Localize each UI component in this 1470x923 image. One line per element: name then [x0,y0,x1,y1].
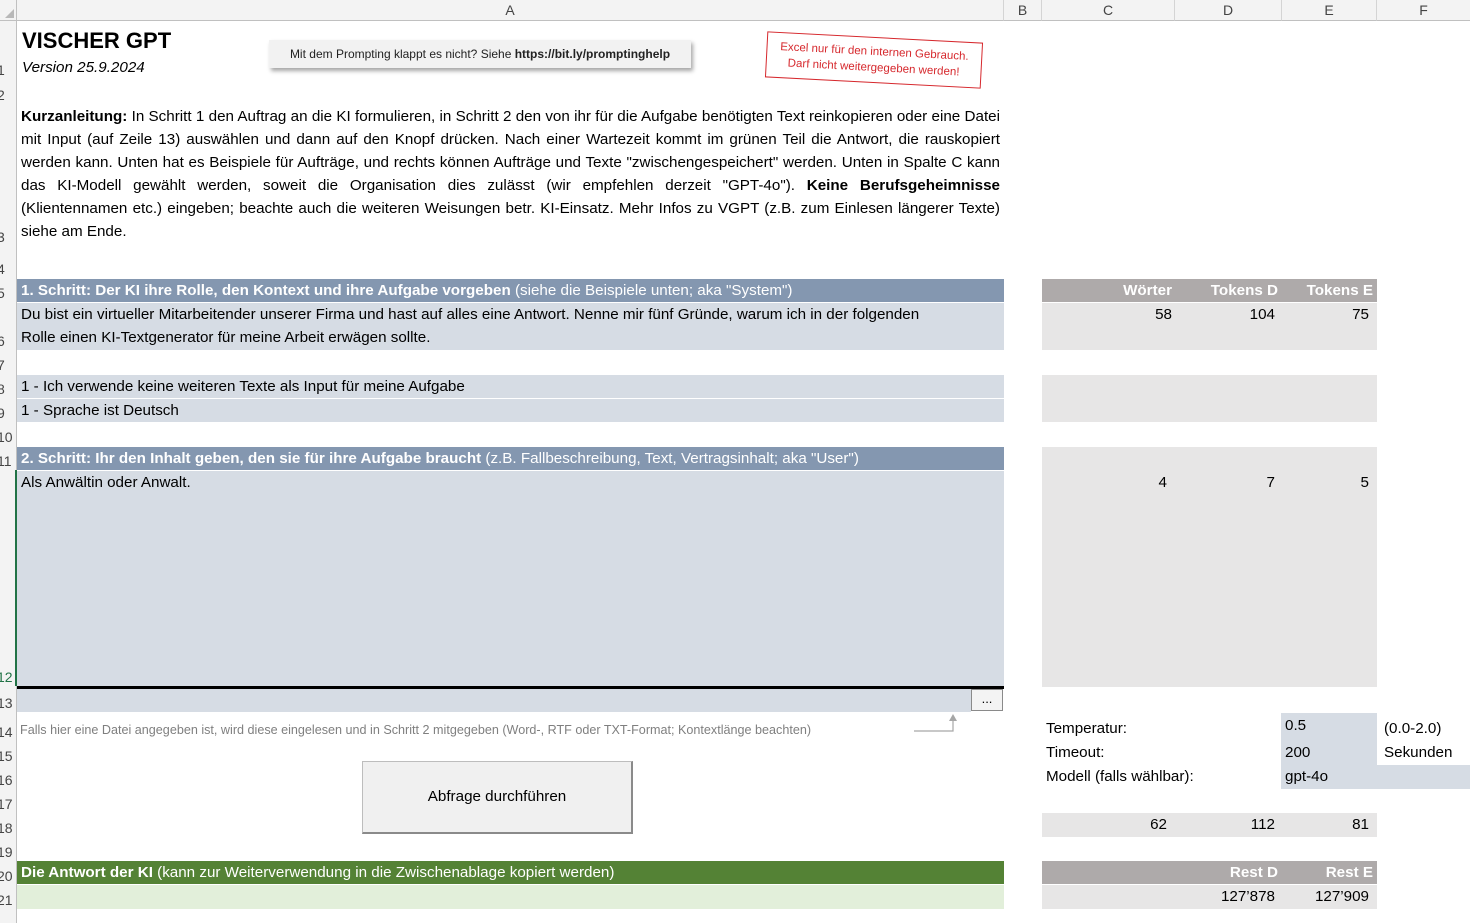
input-mode-dropdown[interactable]: 1 - Ich verwende keine weiteren Texte al… [17,375,1004,398]
step2-header: 2. Schritt: Ihr den Inhalt geben, den si… [17,447,1004,470]
internal-use-stamp: Excel nur für den internen Gebrauch. Dar… [764,31,984,89]
instructions-heading: Kurzanleitung: [21,108,128,125]
row-header-9[interactable]: 9 [0,398,17,422]
row-header-17[interactable]: 17 [0,789,17,813]
row-header-10[interactable]: 10 [0,422,17,446]
model-dropdown[interactable]: gpt-4o [1281,765,1470,789]
step2-tokens-e: 5 [1360,474,1369,491]
timeout-label: Timeout: [1046,744,1105,761]
answer-output-cell[interactable] [17,885,1004,909]
step1-header: 1. Schritt: Der KI ihre Rolle, den Konte… [17,279,1004,302]
step1-tokens-e: 75 [1352,306,1369,323]
temperature-input[interactable]: 0.5 [1281,713,1377,741]
column-header-f[interactable]: F [1377,0,1470,21]
input-file-path-cell[interactable] [17,689,971,712]
step2-user-content-cell[interactable]: Als Anwältin oder Anwalt. [17,471,1004,686]
row-header-18[interactable]: 18 [0,813,17,837]
column-header-e[interactable]: E [1282,0,1377,21]
arrow-up-icon [914,714,957,732]
step1-tokens-d: 104 [1249,306,1275,323]
total-tokens-e: 81 [1352,816,1369,833]
prompting-help-note[interactable]: Mit dem Prompting klappt es nicht? Siehe… [269,40,691,68]
row-header-8[interactable]: 8 [0,374,17,398]
select-all-corner[interactable] [0,0,17,21]
answer-title: Die Antwort der KI [21,864,153,881]
rest-d-header: Rest D [1229,864,1278,881]
row-header-4[interactable]: 4 [0,246,17,278]
answer-subtitle: (kann zur Weiterverwendung in die Zwisch… [152,864,615,881]
step1-subtitle: (siehe die Beispiele unten; aka "System"… [510,282,793,299]
row-header-14[interactable]: 14 [0,712,17,741]
row-header-5[interactable]: 5 [0,278,17,302]
rest-e-header: Rest E [1325,864,1373,881]
step2-word-count: 4 [1158,474,1167,491]
file-hint-text: Falls hier eine Datei angegeben ist, wir… [20,723,812,737]
rest-d-value: 127’878 [1220,888,1275,905]
user-content-text: Als Anwältin oder Anwalt. [21,474,191,491]
row-header-1[interactable]: 1 [0,21,17,79]
words-header: Wörter [1123,282,1172,299]
instructions-text-2: (Klientennamen etc.) eingeben; beachte a… [21,200,1000,240]
tokens-d-header: Tokens D [1210,282,1278,299]
system-prompt-line-1: Du bist ein virtueller Mitarbeitender un… [21,306,920,323]
temperature-label: Temperatur: [1046,720,1128,737]
rest-e-value: 127’909 [1314,888,1369,905]
row-header-3[interactable]: 3 [0,104,17,246]
run-query-button[interactable]: Abfrage durchführen [362,761,633,834]
row-header-21[interactable]: 21 [0,885,17,909]
step2-title: 2. Schritt: Ihr den Inhalt geben, den si… [21,450,482,467]
column-header-c[interactable]: C [1042,0,1175,21]
app-title: VISCHER GPT [22,28,172,53]
prompting-help-text: Mit dem Prompting klappt es nicht? Siehe [289,47,515,61]
total-tokens-d: 112 [1250,816,1275,833]
row-header-16[interactable]: 16 [0,765,17,789]
options-stats-block [1042,375,1377,422]
row-header-2[interactable]: 2 [0,79,17,104]
row-header-11[interactable]: 11 [0,446,17,470]
step1-system-prompt-cell[interactable]: Du bist ein virtueller Mitarbeitender un… [17,303,1004,350]
row-header-7[interactable]: 7 [0,350,17,374]
instructions-paragraph: Kurzanleitung: In Schritt 1 den Auftrag … [21,105,1000,243]
step1-title: 1. Schritt: Der KI ihre Rolle, den Konte… [21,282,511,299]
tokens-e-header: Tokens E [1306,282,1373,299]
system-prompt-line-2: Rolle einen KI-Textgenerator für meine A… [21,329,431,346]
version-label: Version 25.9.2024 [22,59,145,76]
step2-subtitle: (z.B. Fallbeschreibung, Text, Vertragsin… [481,450,859,467]
language-dropdown[interactable]: 1 - Sprache ist Deutsch [17,399,1004,422]
browse-file-button[interactable]: ... [971,689,1003,711]
row-header-15[interactable]: 15 [0,741,17,765]
step2-tokens-d: 7 [1266,474,1275,491]
prompting-help-link[interactable]: https://bit.ly/promptinghelp [515,47,670,61]
column-header-d[interactable]: D [1175,0,1282,21]
row-header-6[interactable]: 6 [0,302,17,350]
timeout-unit: Sekunden [1384,744,1453,761]
column-header-b[interactable]: B [1004,0,1042,21]
answer-header: Die Antwort der KI (kann zur Weiterverwe… [17,861,1004,884]
row-header-19[interactable]: 19 [0,837,17,861]
model-label: Modell (falls wählbar): [1046,768,1194,785]
total-word-count: 62 [1150,816,1167,833]
instructions-warning: Keine Berufsgeheimnisse [806,177,1000,194]
timeout-input[interactable]: 200 [1281,741,1377,765]
temperature-range: (0.0-2.0) [1384,720,1442,737]
column-header-a[interactable]: A [17,0,1004,21]
row-header-20[interactable]: 20 [0,861,17,885]
row-header-13[interactable]: 13 [0,686,17,712]
step1-word-count: 58 [1155,306,1172,323]
